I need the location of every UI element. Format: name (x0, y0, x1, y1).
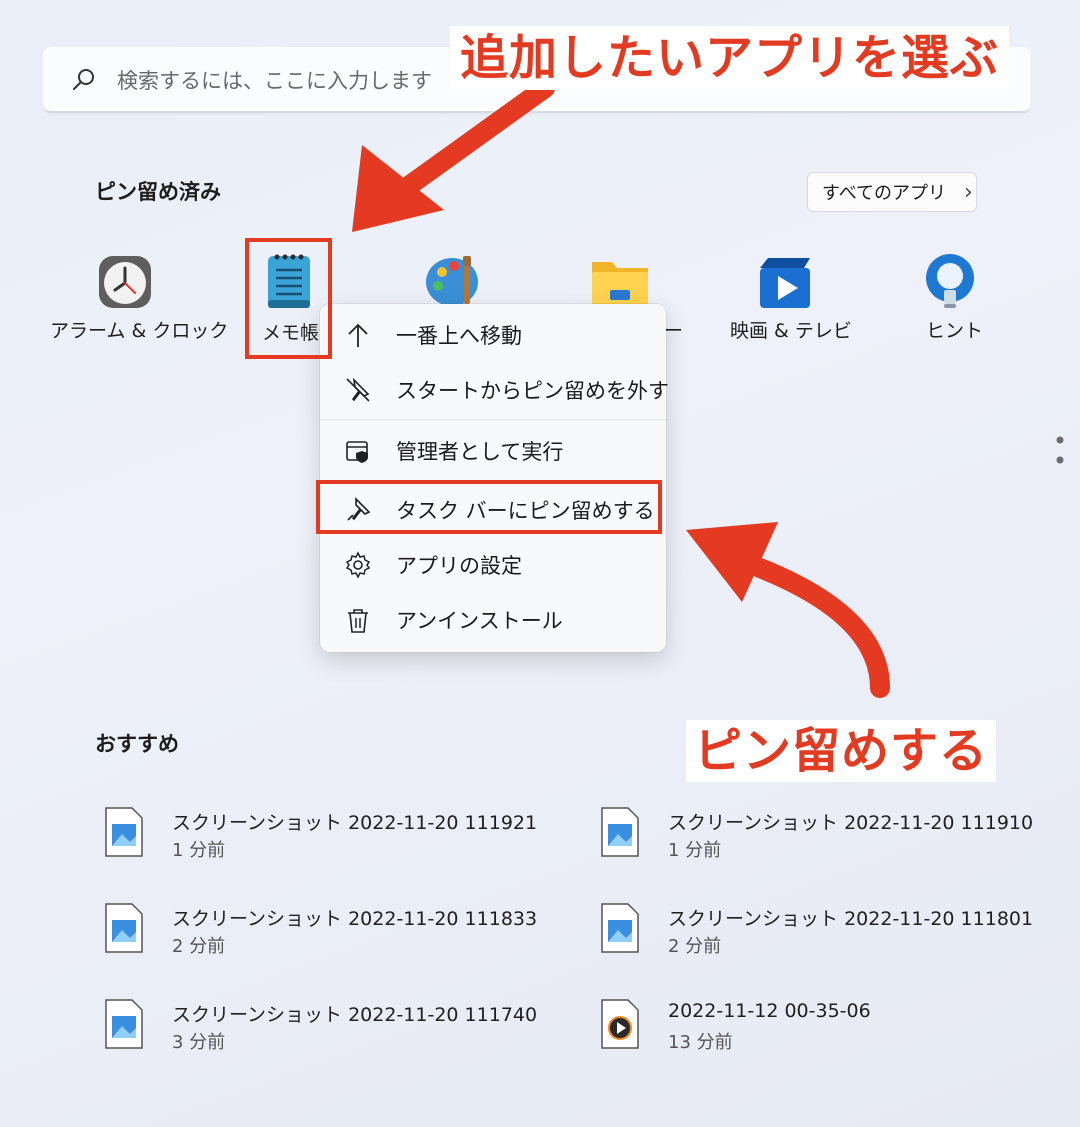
page-indicator[interactable] (1056, 436, 1064, 466)
top-callout: 追加したいアプリを選ぶ (450, 26, 1010, 90)
recommended-item-title: スクリーンショット 2022-11-20 111833 (172, 908, 538, 930)
recommended-item-title: スクリーンショット 2022-11-20 111910 (668, 812, 1034, 834)
recommended-item-time: 1 分前 (172, 840, 226, 861)
recommended-item-title: スクリーンショット 2022-11-20 111921 (172, 812, 538, 834)
recommended-item-time: 1 分前 (668, 840, 722, 861)
top-arrow-head (352, 145, 444, 232)
recommended-item-time: 2 分前 (668, 936, 722, 957)
recommended-item-title: スクリーンショット 2022-11-20 111801 (668, 908, 1034, 930)
recommended-item[interactable]: スクリーンショット 2022-11-20 111740 3 分前 (100, 992, 540, 1056)
recommended-item-time: 13 分前 (668, 1032, 733, 1053)
image-file-icon (105, 999, 143, 1049)
recommended-item[interactable]: スクリーンショット 2022-11-20 111921 1 分前 (100, 800, 540, 864)
top-arrow-shaft (400, 78, 555, 195)
recommended-heading: おすすめ (95, 732, 179, 756)
recommended-item[interactable]: スクリーンショット 2022-11-20 111910 1 分前 (596, 800, 1036, 864)
recommended-item[interactable]: スクリーンショット 2022-11-20 111801 2 分前 (596, 896, 1036, 960)
image-file-icon (105, 807, 143, 857)
recommended-item-title: スクリーンショット 2022-11-20 111740 (172, 1004, 538, 1026)
bottom-arrow-shaft (750, 558, 890, 698)
recommended-item-time: 2 分前 (172, 936, 226, 957)
image-file-icon (601, 903, 639, 953)
image-file-icon (105, 903, 143, 953)
recommended-item[interactable]: スクリーンショット 2022-11-20 111833 2 分前 (100, 896, 540, 960)
video-file-icon (601, 999, 639, 1049)
image-file-icon (601, 807, 639, 857)
recommended-item-title: 2022-11-12 00-35-06 (668, 1000, 871, 1022)
recommended-item[interactable]: 2022-11-12 00-35-06 13 分前 (596, 992, 1036, 1056)
recommended-item-time: 3 分前 (172, 1032, 226, 1053)
bottom-callout: ピン留めする (686, 720, 997, 782)
